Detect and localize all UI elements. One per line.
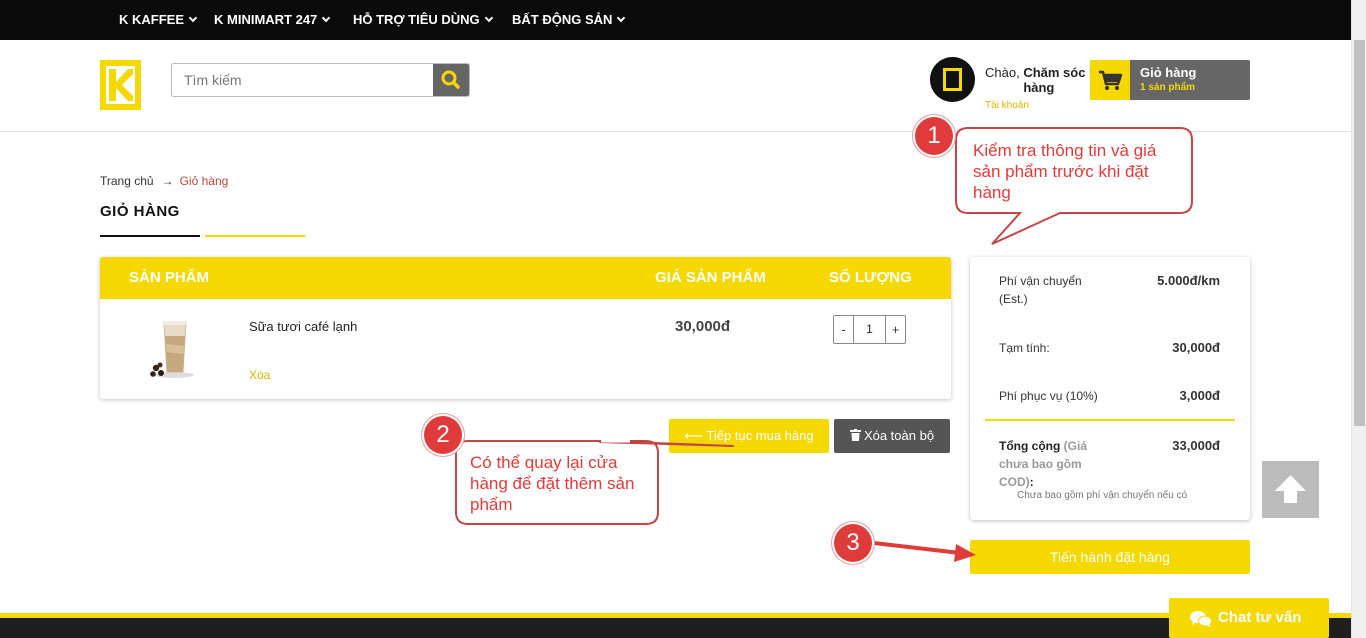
search-input[interactable] (172, 64, 435, 96)
nav-item-label: HỖ TRỢ TIÊU DÙNG (353, 12, 480, 27)
column-header-price: GIÁ SẢN PHẨM (655, 269, 766, 286)
summary-divider (985, 419, 1235, 421)
search-box (171, 63, 470, 97)
cart-table-header: SẢN PHẨM GIÁ SẢN PHẨM SỐ LƯỢNG (100, 257, 951, 299)
chat-label: Chat tư vấn (1218, 609, 1302, 626)
logo-mark (106, 66, 135, 104)
qty-decrease-button[interactable]: - (834, 316, 854, 343)
continue-shopping-label: Tiếp tục mua hàng (706, 428, 814, 443)
cart-table: SẢN PHẨM GIÁ SẢN PHẨM SỐ LƯỢNG (100, 257, 951, 399)
nav-item-real-estate[interactable]: BẤT ĐỘNG SẢN (512, 0, 626, 40)
cart-icon (1090, 60, 1130, 100)
title-underline-accent (205, 235, 305, 237)
trash-icon (849, 429, 861, 441)
subtotal-value: 30,000đ (1172, 340, 1220, 355)
page-title: GIỎ HÀNG (100, 203, 180, 220)
footer (0, 618, 1351, 638)
chat-support-button[interactable]: Chat tư vấn (1169, 598, 1329, 638)
annotation-badge-3: 3 (834, 524, 872, 562)
annotation-arrow-3 (873, 541, 961, 555)
nav-item-label: K KAFFEE (119, 12, 184, 27)
summary-footnote: Chưa bao gồm phí vận chuyển nếu có (1017, 490, 1188, 501)
qty-value[interactable]: 1 (854, 316, 885, 343)
nav-item-k-kaffee[interactable]: K KAFFEE (119, 0, 198, 40)
k-logo-icon (943, 68, 962, 91)
continue-shopping-button[interactable]: ⟵ Tiếp tục mua hàng (669, 419, 829, 453)
scrollbar-thumb[interactable] (1354, 40, 1365, 426)
remove-item-link[interactable]: Xóa (249, 368, 270, 382)
breadcrumb-arrow-icon: → (161, 174, 174, 188)
annotation-text-2: Có thể quay lại cửa hàng để đặt thêm sản… (470, 453, 635, 514)
title-underline-dark (100, 235, 200, 237)
product-image[interactable] (148, 318, 200, 380)
total-colon: : (1029, 475, 1034, 489)
shipping-label: Phí vận chuyển (Est.) (999, 274, 1082, 306)
cart-label: Giỏ hàng (1140, 65, 1197, 80)
chat-icon (1190, 611, 1212, 627)
quantity-stepper: - 1 + (833, 315, 906, 344)
nav-item-support[interactable]: HỖ TRỢ TIÊU DÙNG (353, 0, 493, 40)
nav-item-k-minimart[interactable]: K MINIMART 247 (214, 0, 331, 40)
header-divider (0, 131, 1351, 132)
site-logo[interactable] (100, 60, 141, 110)
breadcrumb-home[interactable]: Trang chủ (100, 174, 154, 188)
chevron-down-icon (617, 13, 626, 23)
scroll-to-top-button[interactable] (1262, 461, 1319, 518)
account-link[interactable]: Tài khoản (985, 100, 1029, 111)
cart-button[interactable]: Giỏ hàng 1 sản phẩm (1090, 60, 1250, 100)
column-header-product: SẢN PHẨM (129, 269, 210, 286)
clear-cart-label: Xóa toàn bộ (863, 428, 935, 443)
total-value: 33,000đ (1172, 438, 1220, 453)
subtotal-label: Tạm tính: (999, 341, 1050, 355)
service-fee-label: Phí phục vụ (10%) (999, 389, 1098, 403)
breadcrumb-current: Giỏ hàng (179, 174, 229, 188)
clear-cart-button[interactable]: Xóa toàn bộ (834, 419, 950, 453)
chevron-down-icon (188, 13, 198, 23)
nav-item-label: BẤT ĐỘNG SẢN (512, 12, 613, 27)
nav-item-label: K MINIMART 247 (214, 12, 318, 27)
place-order-button[interactable]: Tiến hành đặt hàng (970, 540, 1250, 574)
annotation-badge-2: 2 (424, 416, 462, 454)
chevron-down-icon (322, 13, 331, 23)
total-label: Tổng cộng (Giá chưa bao gồm COD): (999, 437, 1109, 491)
annotation-text-1: Kiểm tra thông tin và giá sản phẩm trước… (973, 141, 1157, 202)
avatar[interactable] (930, 57, 975, 102)
page-scrollbar[interactable] (1351, 0, 1366, 638)
annotation-badge-1: 1 (915, 117, 953, 155)
column-header-qty: SỐ LƯỢNG (829, 269, 912, 286)
service-fee-value: 3,000đ (1179, 388, 1220, 403)
search-icon (441, 70, 460, 89)
chevron-down-icon (484, 13, 493, 23)
cart-count: 1 sản phẩm (1140, 82, 1196, 93)
arrow-left-icon: ⟵ (684, 428, 707, 443)
arrow-up-icon (1275, 475, 1306, 503)
product-name[interactable]: Sữa tươi café lạnh (249, 319, 357, 334)
top-nav: K KAFFEE K MINIMART 247 HỖ TRỢ TIÊU DÙNG… (0, 0, 1351, 40)
shipping-value: 5.000đ/km (1157, 273, 1220, 288)
product-price: 30,000đ (675, 318, 731, 335)
search-button[interactable] (433, 64, 469, 96)
breadcrumb: Trang chủ → Giỏ hàng (100, 174, 228, 188)
greeting-prefix: Chào, (985, 65, 1024, 80)
total-label-text: Tổng cộng (999, 439, 1061, 453)
qty-increase-button[interactable]: + (885, 316, 905, 343)
